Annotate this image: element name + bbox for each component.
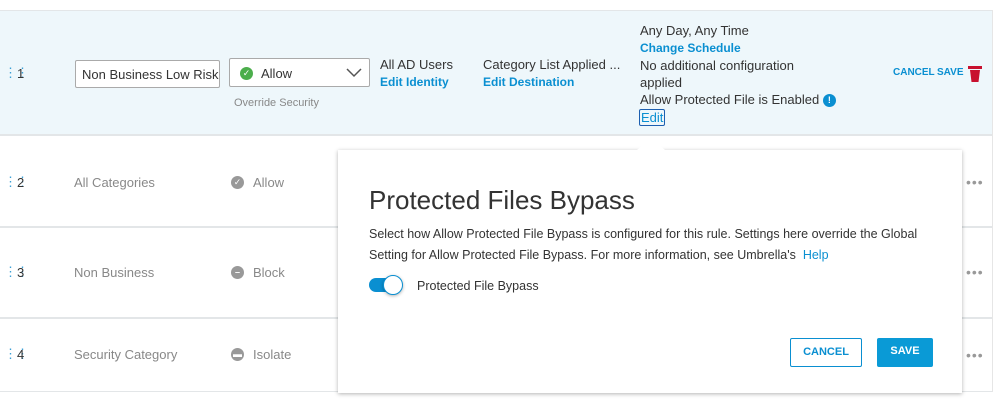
drag-handle-icon[interactable]: ⋮⋮ (4, 66, 29, 79)
action-select[interactable]: ✓ Allow (229, 58, 370, 87)
change-schedule-link[interactable]: Change Schedule (640, 41, 741, 55)
toggle-label: Protected File Bypass (417, 279, 539, 293)
action-value: Allow (261, 66, 293, 81)
more-icon[interactable]: ••• (966, 347, 984, 363)
chevron-down-icon (346, 68, 362, 78)
row-save-button[interactable]: SAVE (937, 67, 964, 78)
rule-number: 2 (17, 175, 25, 190)
trash-icon[interactable] (968, 65, 982, 83)
override-security-label: Override Security (234, 97, 319, 109)
help-link[interactable]: Help (803, 248, 829, 262)
protected-status-text: Allow Protected File is Enabled (640, 92, 820, 107)
drag-handle-icon[interactable]: ⋮⋮ (4, 265, 29, 278)
protected-file-bypass-toggle[interactable] (369, 275, 403, 295)
action-value: Allow (253, 175, 285, 190)
block-icon: – (231, 266, 244, 279)
popover-description: Select how Allow Protected File Bypass i… (369, 224, 929, 266)
config-text: No additional configuration applied (640, 58, 794, 90)
popover-title: Protected Files Bypass (369, 185, 635, 215)
check-icon: ✓ (240, 67, 253, 80)
table-row: ⋮⋮ 1 Non Business Low Risk ✓ Allow Overr… (0, 10, 992, 135)
isolate-icon: ▬ (231, 348, 244, 361)
protected-files-bypass-popover: Protected Files Bypass Select how Allow … (338, 150, 962, 393)
rule-number: 3 (17, 265, 25, 280)
destination-text: Category List Applied ... (483, 57, 621, 72)
action-value: Isolate (253, 347, 292, 362)
description-text: Select how Allow Protected File Bypass i… (369, 227, 918, 262)
action-value: Block (253, 265, 285, 280)
identity-text: All AD Users (380, 57, 453, 72)
cancel-button[interactable]: CANCEL (790, 338, 862, 367)
rule-name: All Categories (74, 175, 155, 190)
edit-destination-link[interactable]: Edit Destination (483, 75, 574, 89)
save-button[interactable]: SAVE (877, 338, 933, 367)
check-icon: ✓ (231, 176, 244, 189)
edit-identity-link[interactable]: Edit Identity (380, 75, 449, 89)
rule-number: 1 (17, 66, 25, 81)
rule-name-input[interactable]: Non Business Low Risk (75, 60, 220, 88)
edit-protected-link[interactable]: Edit (639, 109, 666, 126)
more-icon[interactable]: ••• (966, 264, 984, 280)
rule-number: 4 (17, 347, 25, 362)
info-icon[interactable]: ! (822, 94, 836, 108)
drag-handle-icon[interactable]: ⋮⋮ (4, 175, 29, 188)
popover-arrow (636, 137, 666, 151)
protected-status: Allow Protected File is Enabled ! (640, 92, 836, 108)
row-cancel-button[interactable]: CANCEL (893, 67, 935, 78)
schedule-text: Any Day, Any Time (640, 23, 749, 38)
drag-handle-icon[interactable]: ⋮⋮ (4, 347, 29, 360)
rule-name: Security Category (74, 347, 178, 362)
rule-name: Non Business (74, 265, 155, 280)
more-icon[interactable]: ••• (966, 174, 984, 190)
